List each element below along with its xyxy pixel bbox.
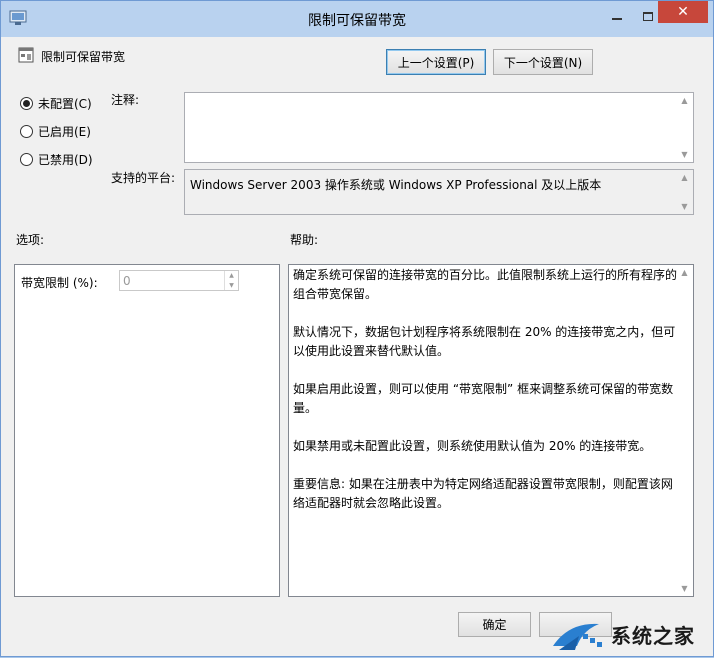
policy-setting-icon — [18, 47, 34, 63]
stepper-buttons[interactable]: ▲ ▼ — [224, 271, 238, 290]
previous-setting-button[interactable]: 上一个设置(P) — [386, 49, 486, 75]
title-bar[interactable]: 限制可保留带宽 ✕ — [1, 1, 713, 37]
scroll-down-icon[interactable]: ▼ — [681, 584, 687, 593]
radio-not-configured[interactable]: 未配置(C) — [20, 95, 92, 112]
maximize-icon — [643, 11, 653, 21]
radio-label: 未配置(C) — [38, 97, 92, 111]
options-panel: 带宽限制 (%): 0 ▲ ▼ — [14, 264, 280, 597]
stepper-up-icon[interactable]: ▲ — [229, 272, 234, 279]
help-text: 确定系统可保留的连接带宽的百分比。此值限制系统上运行的所有程序的组合带宽保留。 … — [293, 266, 679, 532]
ok-button[interactable]: 确定 — [458, 612, 531, 637]
help-scrollbar[interactable]: ▲ ▼ — [676, 265, 693, 596]
scroll-down-icon[interactable]: ▼ — [681, 202, 687, 211]
help-paragraph: 如果启用此设置，则可以使用 “带宽限制” 框来调整系统可保留的带宽数量。 — [293, 382, 674, 415]
platform-value: Windows Server 2003 操作系统或 Windows XP Pro… — [190, 178, 602, 192]
platform-scrollbar[interactable]: ▲ ▼ — [676, 170, 693, 214]
help-label: 帮助: — [290, 233, 319, 247]
bandwidth-limit-stepper[interactable]: 0 ▲ ▼ — [119, 270, 239, 291]
options-label: 选项: — [16, 233, 45, 247]
radio-button[interactable] — [20, 125, 33, 138]
bandwidth-limit-label: 带宽限制 (%): — [21, 276, 98, 290]
scroll-up-icon[interactable]: ▲ — [681, 173, 687, 182]
radio-button[interactable] — [20, 97, 33, 110]
next-setting-button[interactable]: 下一个设置(N) — [493, 49, 593, 75]
policy-name: 限制可保留带宽 — [41, 50, 126, 64]
radio-label: 已启用(E) — [38, 125, 91, 139]
minimize-icon — [612, 18, 622, 20]
watermark-logo-icon — [553, 623, 602, 650]
radio-label: 已禁用(D) — [38, 153, 93, 167]
close-icon: ✕ — [677, 4, 689, 20]
site-watermark: 系统之家 — [549, 611, 714, 658]
radio-button[interactable] — [20, 153, 33, 166]
comment-label: 注释: — [111, 93, 140, 107]
radio-disabled[interactable]: 已禁用(D) — [20, 151, 93, 168]
radio-enabled[interactable]: 已启用(E) — [20, 123, 91, 140]
comment-textarea[interactable]: ▲ ▼ — [184, 92, 694, 163]
comment-scrollbar[interactable]: ▲ ▼ — [676, 93, 693, 162]
dialog-window: 限制可保留带宽 ✕ 限制可保留带宽 上一个设置(P) 下一个设置(N) 未配置(… — [0, 0, 714, 657]
bandwidth-limit-value: 0 — [123, 274, 131, 288]
platform-field: Windows Server 2003 操作系统或 Windows XP Pro… — [184, 169, 694, 215]
minimize-button[interactable] — [602, 1, 632, 31]
radio-selected-dot — [23, 100, 30, 107]
scroll-up-icon[interactable]: ▲ — [681, 268, 687, 277]
scroll-down-icon[interactable]: ▼ — [681, 150, 687, 159]
help-paragraph: 默认情况下，数据包计划程序将系统限制在 20% 的连接带宽之内，但可以使用此设置… — [293, 325, 676, 358]
watermark-text: 系统之家 — [611, 624, 695, 648]
platform-label: 支持的平台: — [111, 171, 176, 185]
stepper-down-icon[interactable]: ▼ — [229, 282, 234, 289]
help-paragraph: 如果禁用或未配置此设置，则系统使用默认值为 20% 的连接带宽。 — [293, 439, 652, 453]
help-paragraph: 确定系统可保留的连接带宽的百分比。此值限制系统上运行的所有程序的组合带宽保留。 — [293, 268, 678, 301]
help-paragraph: 重要信息: 如果在注册表中为特定网络适配器设置带宽限制，则配置该网络适配器时就会… — [293, 477, 673, 510]
help-panel: 确定系统可保留的连接带宽的百分比。此值限制系统上运行的所有程序的组合带宽保留。 … — [288, 264, 694, 597]
close-button[interactable]: ✕ — [658, 1, 708, 23]
scroll-up-icon[interactable]: ▲ — [681, 96, 687, 105]
